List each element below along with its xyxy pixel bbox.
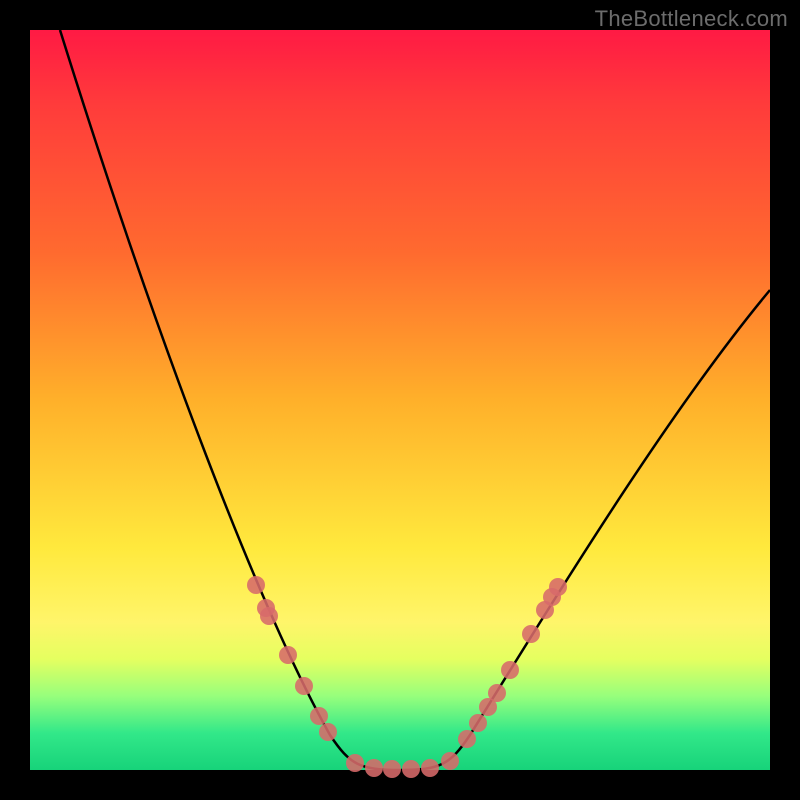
- bottleneck-curve: [60, 30, 770, 770]
- scatter-point: [421, 759, 439, 777]
- scatter-point: [549, 578, 567, 596]
- scatter-point: [441, 752, 459, 770]
- scatter-point: [458, 730, 476, 748]
- scatter-point: [260, 607, 278, 625]
- scatter-point: [383, 760, 401, 778]
- scatter-point: [522, 625, 540, 643]
- scatter-point: [247, 576, 265, 594]
- scatter-point: [319, 723, 337, 741]
- scatter-group: [247, 576, 567, 778]
- scatter-point: [488, 684, 506, 702]
- scatter-point: [346, 754, 364, 772]
- scatter-point: [295, 677, 313, 695]
- scatter-point: [279, 646, 297, 664]
- chart-frame: TheBottleneck.com: [0, 0, 800, 800]
- scatter-point: [365, 759, 383, 777]
- scatter-point: [469, 714, 487, 732]
- plot-area: [30, 30, 770, 770]
- scatter-point: [310, 707, 328, 725]
- chart-svg: [30, 30, 770, 770]
- watermark-text: TheBottleneck.com: [595, 6, 788, 32]
- scatter-point: [402, 760, 420, 778]
- scatter-point: [501, 661, 519, 679]
